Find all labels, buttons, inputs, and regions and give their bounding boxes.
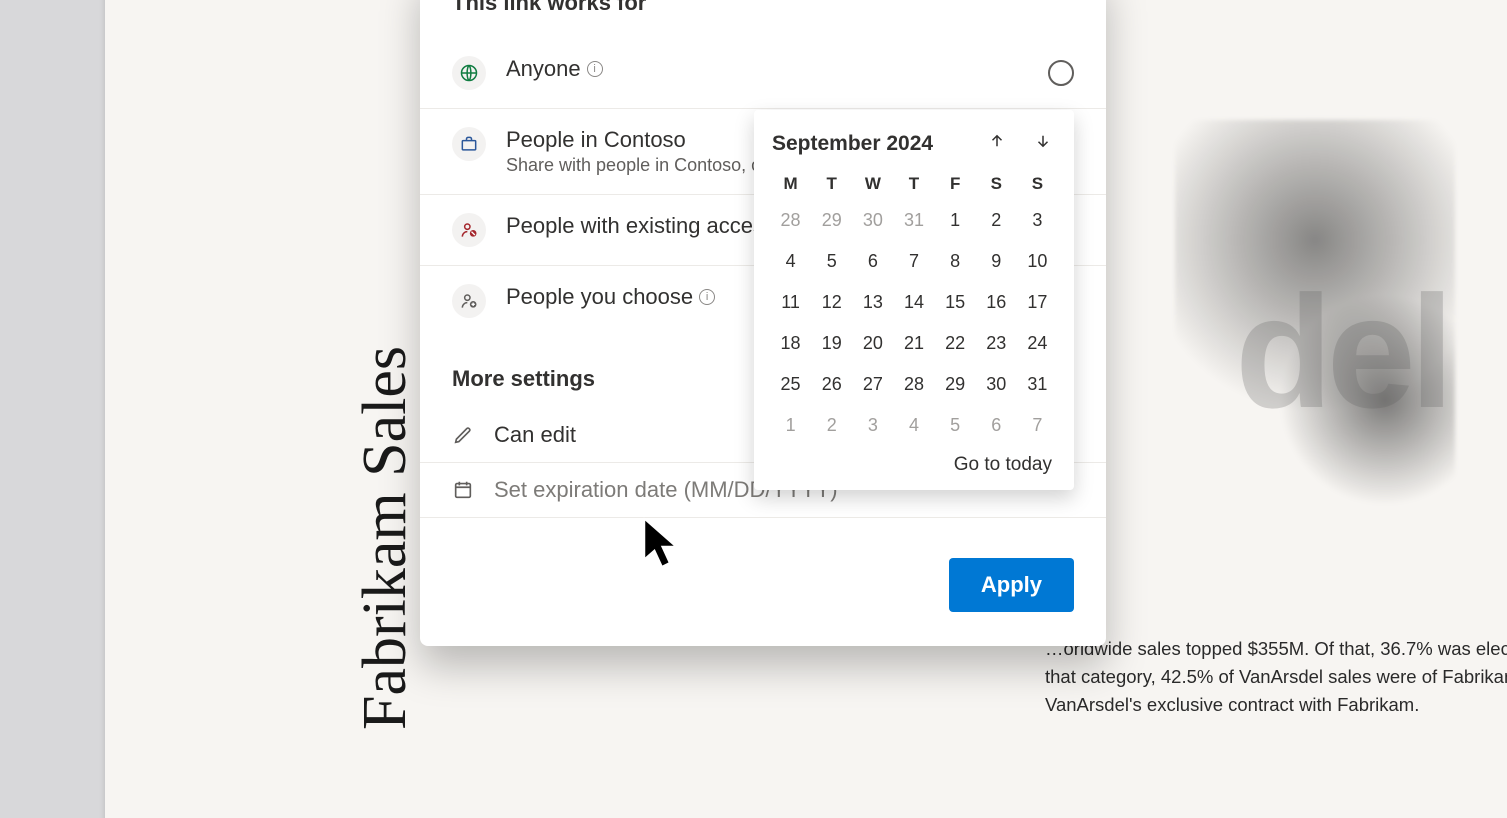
calendar-day[interactable]: 6 [854, 247, 891, 276]
calendar-day[interactable]: 9 [978, 247, 1015, 276]
calendar-day[interactable]: 4 [895, 411, 932, 440]
calendar-day[interactable]: 29 [937, 370, 974, 399]
calendar-icon [452, 479, 474, 501]
calendar-day[interactable]: 3 [1019, 206, 1056, 235]
calendar-day[interactable]: 20 [854, 329, 891, 358]
arrow-up-icon [988, 132, 1006, 150]
calendar-dow: M [772, 174, 809, 194]
calendar-day[interactable]: 4 [772, 247, 809, 276]
calendar-day[interactable]: 31 [1019, 370, 1056, 399]
calendar-dow: S [1019, 174, 1056, 194]
person-blocked-icon [452, 213, 486, 247]
calendar-day[interactable]: 12 [813, 288, 850, 317]
calendar-day[interactable]: 25 [772, 370, 809, 399]
calendar-day[interactable]: 23 [978, 329, 1015, 358]
info-icon[interactable]: i [699, 289, 715, 305]
person-add-icon [452, 284, 486, 318]
globe-icon [452, 56, 486, 90]
calendar-day[interactable]: 7 [1019, 411, 1056, 440]
document-body-text: …orldwide sales topped $355M. Of that, 3… [1045, 635, 1507, 719]
calendar-dow: W [854, 174, 891, 194]
calendar-day[interactable]: 26 [813, 370, 850, 399]
option-specific-label: People you choose [506, 284, 693, 310]
calendar-prev-month[interactable] [984, 128, 1010, 160]
apply-button[interactable]: Apply [949, 558, 1074, 612]
calendar-day[interactable]: 18 [772, 329, 809, 358]
calendar-day[interactable]: 28 [895, 370, 932, 399]
calendar-day[interactable]: 14 [895, 288, 932, 317]
calendar-dow: S [978, 174, 1015, 194]
calendar-month-label[interactable]: September 2024 [772, 132, 933, 156]
calendar-day[interactable]: 3 [854, 411, 891, 440]
calendar-grid: MTWTFSS282930311234567891011121314151617… [772, 174, 1056, 440]
calendar-day[interactable]: 28 [772, 206, 809, 235]
briefcase-icon [452, 127, 486, 161]
calendar-day[interactable]: 6 [978, 411, 1015, 440]
arrow-down-icon [1034, 132, 1052, 150]
calendar-day[interactable]: 13 [854, 288, 891, 317]
calendar-day[interactable]: 17 [1019, 288, 1056, 317]
option-anyone[interactable]: Anyone i [420, 38, 1106, 109]
calendar-dow: T [895, 174, 932, 194]
calendar-day[interactable]: 30 [854, 206, 891, 235]
option-org-label: People in Contoso [506, 127, 686, 153]
brand-watermark-text: del [1235, 260, 1448, 444]
calendar-day[interactable]: 29 [813, 206, 850, 235]
calendar-day[interactable]: 5 [937, 411, 974, 440]
date-picker-popout: September 2024 MTWTFSS282930311234567891… [754, 110, 1074, 490]
calendar-next-month[interactable] [1030, 128, 1056, 160]
calendar-dow: F [937, 174, 974, 194]
option-existing-label: People with existing access [506, 213, 775, 239]
calendar-day[interactable]: 24 [1019, 329, 1056, 358]
calendar-day[interactable]: 22 [937, 329, 974, 358]
calendar-day[interactable]: 30 [978, 370, 1015, 399]
link-scope-title: This link works for [420, 0, 1106, 38]
document-sidebar-title: Fabrikam Sales [350, 346, 421, 730]
go-to-today-link[interactable]: Go to today [772, 454, 1056, 476]
calendar-day[interactable]: 8 [937, 247, 974, 276]
calendar-day[interactable]: 11 [772, 288, 809, 317]
pencil-icon [452, 424, 474, 446]
calendar-day[interactable]: 10 [1019, 247, 1056, 276]
calendar-day[interactable]: 15 [937, 288, 974, 317]
calendar-day[interactable]: 2 [978, 206, 1015, 235]
calendar-day[interactable]: 19 [813, 329, 850, 358]
option-anyone-radio[interactable] [1048, 60, 1074, 86]
calendar-day[interactable]: 7 [895, 247, 932, 276]
option-anyone-label: Anyone [506, 56, 581, 82]
calendar-day[interactable]: 27 [854, 370, 891, 399]
calendar-day[interactable]: 5 [813, 247, 850, 276]
calendar-day[interactable]: 16 [978, 288, 1015, 317]
calendar-day[interactable]: 1 [937, 206, 974, 235]
permission-level-label: Can edit [494, 422, 576, 448]
calendar-day[interactable]: 1 [772, 411, 809, 440]
calendar-dow: T [813, 174, 850, 194]
calendar-day[interactable]: 31 [895, 206, 932, 235]
calendar-day[interactable]: 2 [813, 411, 850, 440]
info-icon[interactable]: i [587, 61, 603, 77]
calendar-day[interactable]: 21 [895, 329, 932, 358]
